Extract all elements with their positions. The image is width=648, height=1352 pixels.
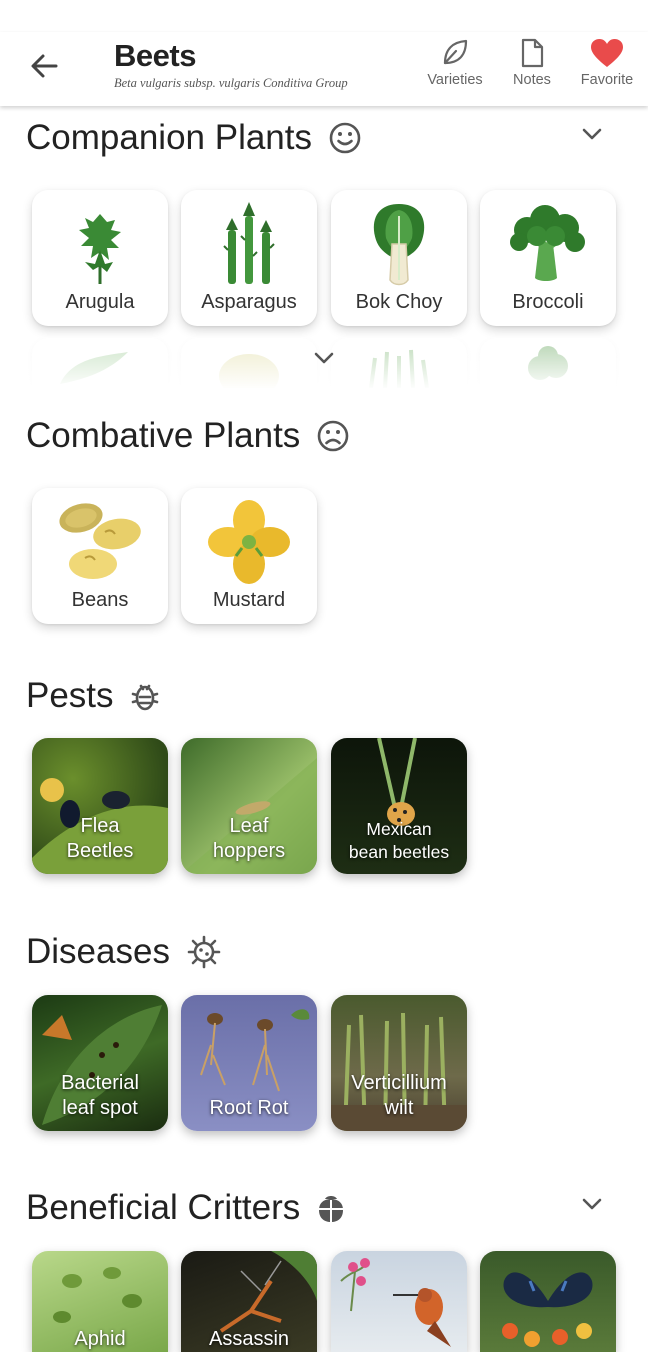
pests-heading: Pests — [26, 676, 160, 716]
pest-label-leafhoppers: Leaf hoppers — [212, 815, 286, 862]
combative-card-mustard[interactable]: Mustard — [181, 488, 317, 624]
companion-card-bok-choy[interactable]: Bok Choy — [331, 190, 467, 326]
bug-icon — [131, 684, 158, 711]
butterfly-photo — [502, 1272, 593, 1347]
notes-button[interactable]: Notes — [497, 36, 567, 88]
companion-label-bok-choy: Bok Choy — [355, 291, 443, 313]
critter-label-aphid: Aphid — [74, 1328, 126, 1350]
pest-card-flea-beetles[interactable]: Flea Beetles — [32, 738, 168, 874]
arrow-left-icon — [31, 54, 58, 78]
companion-card-arugula[interactable]: Arugula — [32, 190, 168, 326]
companion-plants-title: Companion Plants — [26, 118, 312, 157]
critter-card-assassin[interactable]: Assassin — [181, 1251, 317, 1352]
pest-card-mexican-bean-beetles[interactable]: Mexican bean beetles — [331, 738, 467, 874]
heart-icon — [591, 39, 623, 67]
leaf-icon — [443, 39, 468, 65]
combative-label-beans: Beans — [71, 589, 129, 611]
companion-label-arugula: Arugula — [65, 291, 135, 313]
disease-label-root-rot: Root Rot — [209, 1097, 289, 1119]
note-icon — [521, 38, 544, 68]
beneficial-critters-heading: Beneficial Critters — [26, 1188, 346, 1228]
virus-icon — [187, 935, 221, 969]
disease-card-root-rot[interactable]: Root Rot — [181, 995, 317, 1131]
app-bar: Beets Beta vulgaris subsp. vulgaris Cond… — [0, 32, 648, 106]
mustard-flower-icon — [208, 500, 290, 584]
broccoli-icon — [510, 205, 585, 281]
favorite-label: Favorite — [580, 72, 634, 88]
pests-title: Pests — [26, 676, 114, 715]
combative-label-mustard: Mustard — [212, 589, 286, 611]
companion-label-asparagus: Asparagus — [201, 291, 297, 313]
disease-card-verticillium-wilt[interactable]: Verticillium wilt — [331, 995, 467, 1131]
ladybug-icon — [319, 1196, 344, 1222]
critter-card-butterfly[interactable] — [480, 1251, 616, 1352]
companion-label-broccoli: Broccoli — [512, 291, 584, 313]
critter-label-assassin: Assassin — [208, 1328, 290, 1350]
asparagus-icon — [223, 202, 275, 284]
collapse-chevron-icon[interactable] — [580, 122, 604, 146]
collapse-chevron-icon[interactable] — [580, 1192, 604, 1216]
varieties-button[interactable]: Varieties — [420, 36, 490, 88]
hummingbird-photo — [340, 1258, 451, 1347]
critter-card-aphid[interactable]: Aphid — [32, 1251, 168, 1352]
pest-label-mexican-bean-beetles: Mexican bean beetles — [348, 819, 450, 862]
disease-card-bacterial-leaf-spot[interactable]: Bacterial leaf spot — [32, 995, 168, 1131]
disease-label-verticillium-wilt: Verticillium wilt — [351, 1072, 447, 1119]
disease-label-bacterial-leaf-spot: Bacterial leaf spot — [61, 1072, 139, 1119]
diseases-heading: Diseases — [26, 932, 222, 972]
companion-plants-heading: Companion Plants — [26, 118, 362, 158]
companion-card-asparagus[interactable]: Asparagus — [181, 190, 317, 326]
combative-plants-title: Combative Plants — [26, 416, 301, 455]
notes-label: Notes — [513, 72, 551, 88]
combative-card-beans[interactable]: Beans — [32, 488, 168, 624]
critter-card-hummingbird[interactable] — [331, 1251, 467, 1352]
expand-chevron-icon[interactable] — [312, 346, 336, 370]
page-title: Beets — [114, 38, 196, 73]
status-bar-area — [0, 0, 648, 32]
beneficial-critters-title: Beneficial Critters — [26, 1188, 301, 1227]
beans-icon — [59, 503, 141, 579]
smile-icon — [329, 122, 361, 154]
companion-card-broccoli[interactable]: Broccoli — [480, 190, 616, 326]
varieties-label: Varieties — [427, 72, 483, 88]
bok-choy-icon — [373, 204, 425, 286]
arugula-icon — [79, 214, 121, 284]
page-subtitle: Beta vulgaris subsp. vulgaris Conditiva … — [114, 76, 348, 90]
back-button[interactable] — [26, 48, 62, 84]
pest-label-flea-beetles: Flea Beetles — [66, 815, 134, 862]
pest-card-leafhoppers[interactable]: Leaf hoppers — [181, 738, 317, 874]
frown-icon — [317, 420, 349, 452]
favorite-button[interactable]: Favorite — [572, 36, 642, 88]
combative-plants-heading: Combative Plants — [26, 416, 350, 456]
diseases-title: Diseases — [26, 932, 170, 971]
